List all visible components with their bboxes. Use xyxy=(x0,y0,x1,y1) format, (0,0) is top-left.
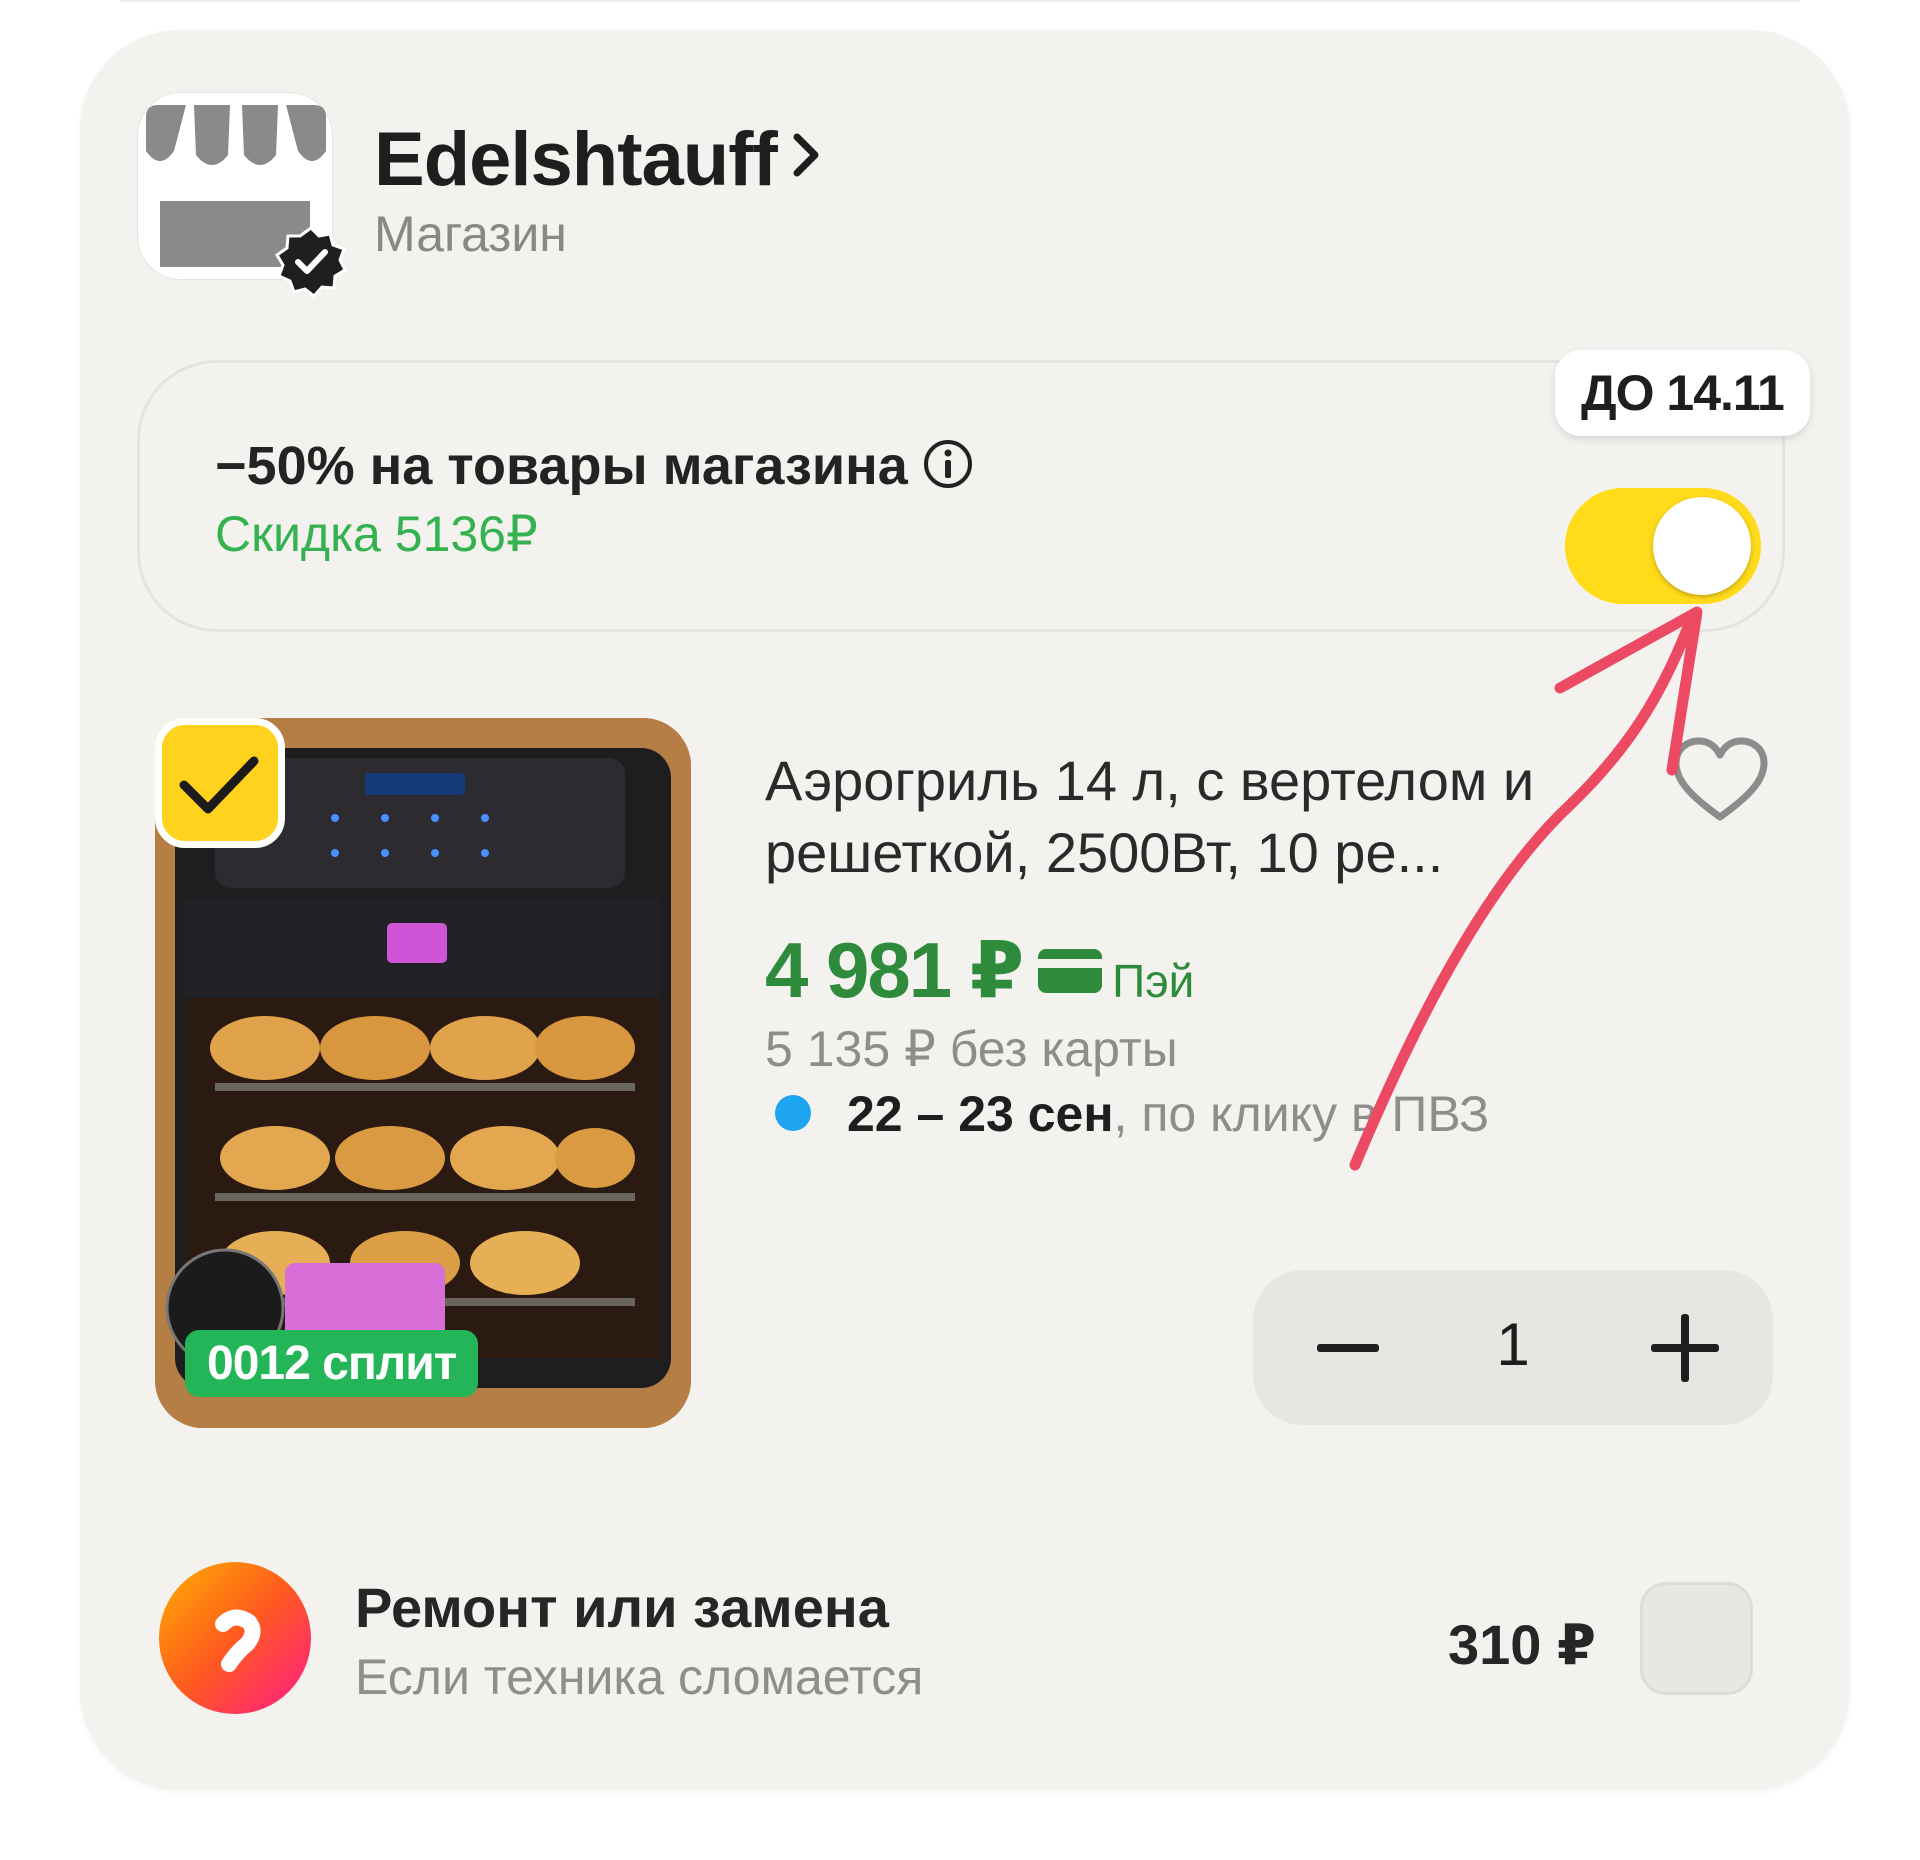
warranty-checkbox[interactable] xyxy=(1640,1582,1753,1695)
delivery-date: 22 – 23 сен xyxy=(847,1086,1114,1142)
top-divider xyxy=(120,0,1800,2)
product-select-checkbox[interactable] xyxy=(155,718,285,848)
price-without-card: 5 135 ₽ без карты xyxy=(765,1021,1178,1077)
promo-toggle[interactable] xyxy=(1565,488,1761,604)
product-title[interactable]: Аэрогриль 14 л, с вертелом и решеткой, 2… xyxy=(765,745,1585,889)
chevron-right-icon xyxy=(791,110,821,197)
store-name: Edelshtauff xyxy=(374,117,778,202)
quantity-value: 1 xyxy=(1496,1311,1530,1378)
heart-icon[interactable] xyxy=(1670,735,1770,825)
info-icon[interactable] xyxy=(922,438,974,503)
warranty-logo-icon xyxy=(157,1560,313,1716)
pay-label: Пэй xyxy=(1112,955,1195,1007)
minus-button[interactable] xyxy=(1313,1326,1383,1370)
toggle-knob xyxy=(1653,497,1751,595)
delivery-dot-icon xyxy=(775,1095,811,1131)
delivery-method: , по клику в ПВЗ xyxy=(1113,1086,1490,1142)
delivery-info: 22 – 23 сен, по клику в ПВЗ xyxy=(775,1085,1489,1143)
warranty-subtitle: Если техника сломается xyxy=(355,1649,924,1705)
price-main: 4 981 ₽ xyxy=(765,926,1024,1014)
promo-title-row: −50% на товары магазина xyxy=(215,435,974,503)
promo-deadline-badge: ДО 14.11 xyxy=(1555,350,1810,436)
split-badge: 0012 сплит xyxy=(185,1330,479,1397)
store-name-link[interactable]: Edelshtauff xyxy=(374,110,821,203)
bank-card-icon xyxy=(1038,949,1103,998)
promo-title: −50% на товары магазина xyxy=(215,436,908,496)
store-subtitle: Магазин xyxy=(374,206,567,262)
warranty-price: 310 ₽ xyxy=(1448,1613,1596,1676)
warranty-title: Ремонт или замена xyxy=(355,1576,889,1639)
promo-discount: Скидка 5136₽ xyxy=(215,506,538,562)
plus-icon xyxy=(1651,1314,1719,1382)
minus-icon xyxy=(1317,1344,1379,1352)
verified-badge-icon xyxy=(274,225,348,299)
price-row: 4 981 ₽ Пэй xyxy=(765,925,1194,1016)
quantity-stepper: 1 xyxy=(1253,1270,1773,1425)
plus-button[interactable] xyxy=(1643,1306,1727,1390)
checkmark-icon xyxy=(179,756,259,814)
